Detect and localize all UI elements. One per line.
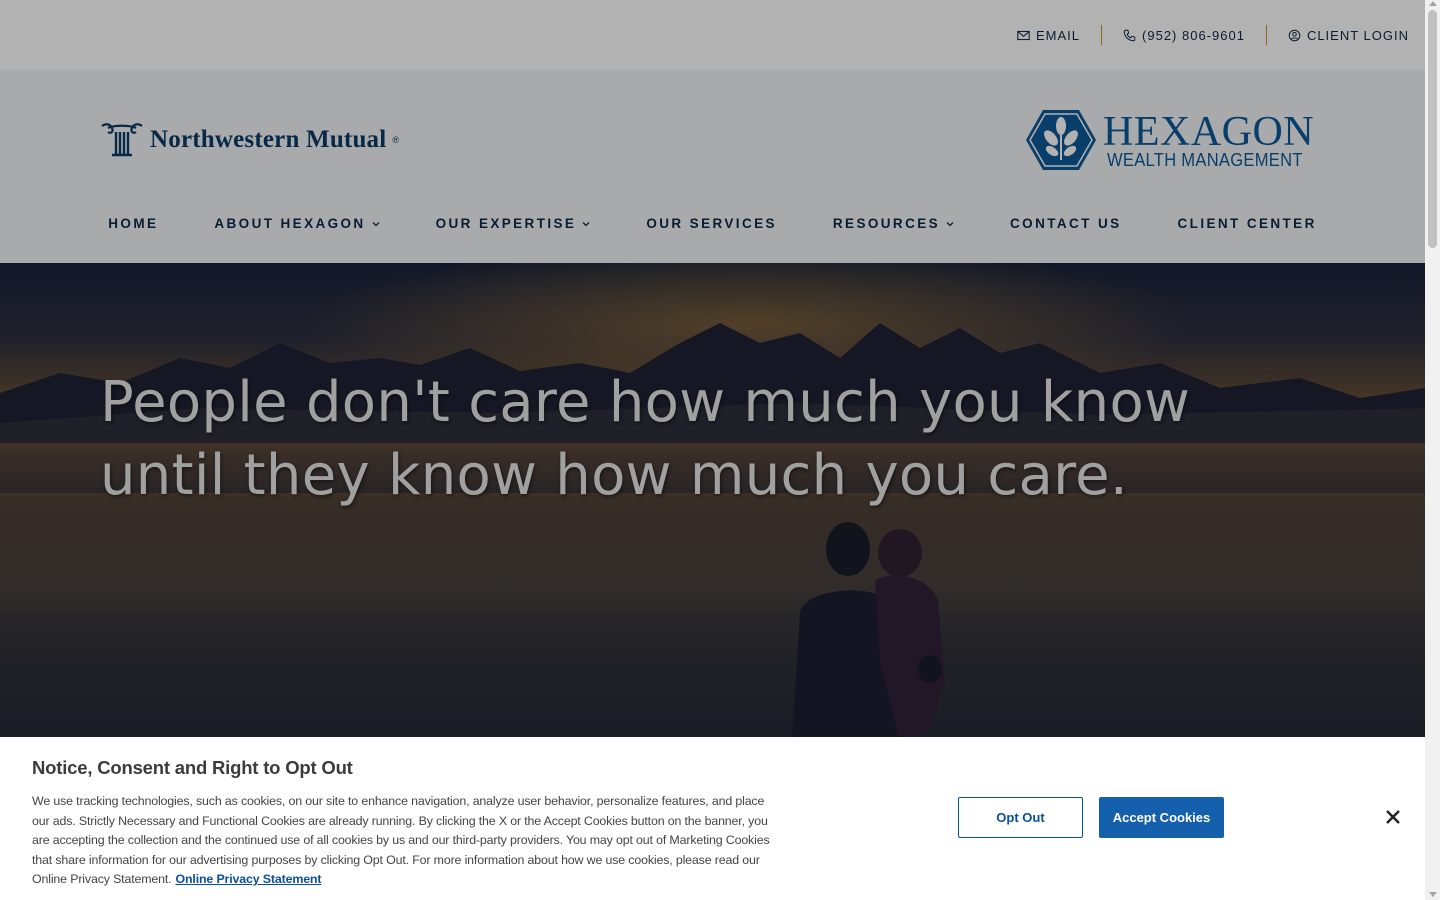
cookie-body-text: We use tracking technologies, such as co… [32,794,770,887]
page: EMAIL (952) 806-9601 CLIENT LOGIN Northw… [0,0,1440,900]
vertical-scrollbar[interactable] [1425,0,1440,900]
accept-cookies-button[interactable]: Accept Cookies [1099,797,1224,838]
scroll-down-arrow[interactable] [1429,892,1437,897]
page-dim-overlay [0,0,1425,737]
scroll-up-arrow[interactable] [1429,1,1437,6]
cookie-body: We use tracking technologies, such as co… [32,792,777,890]
cookie-title: Notice, Consent and Right to Opt Out [32,757,353,778]
privacy-statement-link[interactable]: Online Privacy Statement [176,872,322,886]
scrollbar-thumb[interactable] [1428,10,1437,248]
close-banner-button[interactable] [1381,805,1405,829]
close-icon [1386,810,1400,824]
cookie-consent-banner: Notice, Consent and Right to Opt Out We … [0,737,1425,900]
opt-out-button[interactable]: Opt Out [958,797,1083,838]
